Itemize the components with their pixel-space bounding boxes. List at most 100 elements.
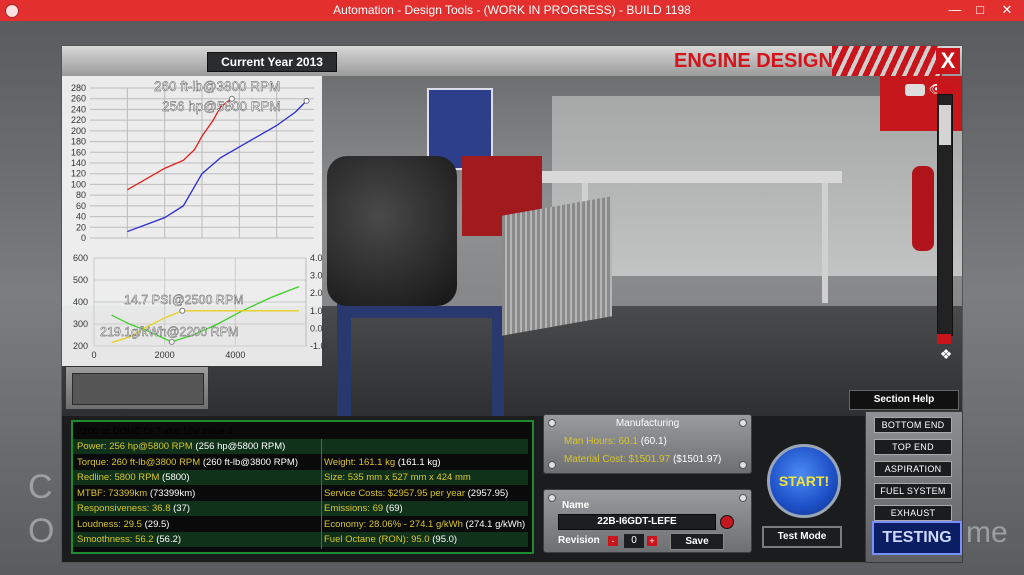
spec-paren-value: (73399km) bbox=[147, 487, 196, 499]
chart-background bbox=[62, 76, 322, 366]
y2-tick-label: 1.0 bbox=[310, 306, 323, 316]
y-tick-label: 40 bbox=[76, 212, 86, 222]
revision-value: 0 bbox=[624, 534, 644, 548]
manufacturing-title: Manufacturing bbox=[615, 418, 680, 429]
bsfc-min-annotation: 219.1g/kWh@2200 RPM bbox=[100, 325, 238, 339]
y2-tick-label: 3.0 bbox=[310, 271, 323, 281]
torque-peak-annotation: 260 ft-lb@3800 RPM bbox=[154, 79, 280, 94]
spec-paren-value: (274.1 g/kWh) bbox=[462, 518, 526, 530]
zoom-down-arrow-icon[interactable] bbox=[937, 334, 951, 344]
bolt-decoration bbox=[739, 461, 747, 469]
section-bottom-end-button[interactable]: BOTTOM END bbox=[874, 417, 952, 433]
spec-cell-right: Size: 535 mm x 527 mm x 424 mm bbox=[324, 470, 471, 485]
engine-charts: 2802602402202001801601401201008060402002… bbox=[62, 76, 326, 366]
window-title: Automation - Design Tools - (WORK IN PRO… bbox=[333, 3, 691, 17]
maximize-button[interactable]: □ bbox=[970, 2, 990, 18]
bolt-decoration bbox=[739, 494, 747, 502]
workbench bbox=[542, 171, 842, 183]
spec-cell-left: Power: 256 hp@5800 RPM (256 hp@5800 RPM) bbox=[77, 439, 285, 454]
power-peak-marker bbox=[303, 97, 310, 104]
section-exhaust-button[interactable]: EXHAUST bbox=[874, 505, 952, 521]
intercooler-model bbox=[502, 196, 612, 336]
slot-inner bbox=[72, 373, 204, 405]
y-tick-label: 200 bbox=[71, 126, 86, 136]
zoom-up-arrow-icon[interactable] bbox=[937, 84, 951, 94]
x-tick-label: 0 bbox=[91, 350, 96, 360]
spec-paren-value: (37) bbox=[170, 503, 191, 514]
spec-cell-left: Redline: 5800 RPM (5800) bbox=[77, 470, 190, 485]
section-help-button[interactable]: Section Help bbox=[849, 390, 959, 410]
man-hours-paren: (60.1) bbox=[640, 436, 667, 447]
spec-label: Weight: 161.1 kg bbox=[324, 456, 396, 468]
engine-name-field[interactable]: 22B-I6GDT-LEFE bbox=[558, 514, 716, 530]
y-tick-label: 220 bbox=[71, 115, 86, 125]
y-tick-label: 500 bbox=[73, 275, 88, 285]
zoom-scrollbar[interactable] bbox=[937, 94, 953, 336]
spec-paren-value: (29.5) bbox=[141, 518, 170, 530]
x-tick-label: 4000 bbox=[225, 350, 245, 360]
manufacturing-panel: Manufacturing Man Hours: 60.1 (60.1) Mat… bbox=[543, 414, 752, 474]
left-control-slot[interactable] bbox=[65, 366, 209, 410]
workbench-leg bbox=[822, 183, 828, 303]
y2-tick-label: 2.0 bbox=[310, 288, 323, 298]
spec-divider bbox=[321, 439, 322, 549]
y-tick-label: 280 bbox=[71, 83, 86, 93]
spec-cell-right: Fuel Octane (RON): 95.0 (95.0) bbox=[324, 532, 457, 547]
spec-row: MTBF: 73399km (73399km) Service Costs: $2… bbox=[73, 486, 528, 501]
y-tick-label: 160 bbox=[71, 147, 86, 157]
section-aspiration-button[interactable]: ASPIRATION bbox=[874, 461, 952, 477]
close-window-button[interactable]: ✕ bbox=[997, 2, 1017, 18]
material-cost-label: Material Cost: bbox=[564, 454, 626, 465]
engine-description: 2200 cc DOHC DI Turbo 16V Inline 4 bbox=[77, 426, 233, 437]
background-text: C bbox=[28, 468, 53, 506]
bolt-decoration bbox=[548, 494, 556, 502]
spec-label: Smoothness: 56.2 bbox=[77, 534, 154, 545]
revision-increment-button[interactable]: + bbox=[647, 536, 657, 546]
spec-paren-value: (161.1 kg) bbox=[395, 456, 441, 468]
section-top-end-button[interactable]: TOP END bbox=[874, 439, 952, 455]
spec-cell-left: Responsiveness: 36.8 (37) bbox=[77, 501, 190, 516]
boost-peak-marker bbox=[179, 307, 186, 314]
spec-paren-value: (56.2) bbox=[153, 534, 182, 545]
y-tick-label: 400 bbox=[73, 297, 88, 307]
y-tick-label: 240 bbox=[71, 104, 86, 114]
testing-tab-button[interactable]: TESTING bbox=[872, 521, 962, 555]
x-tick-label: 2000 bbox=[155, 350, 175, 360]
y-tick-label: 600 bbox=[73, 253, 88, 263]
man-hours-label: Man Hours: bbox=[564, 436, 616, 447]
section-fuel-system-button[interactable]: FUEL SYSTEM bbox=[874, 483, 952, 499]
spec-cell-right: Service Costs: $2957.95 per year (2957.9… bbox=[324, 486, 508, 501]
revision-decrement-button[interactable]: - bbox=[608, 536, 618, 546]
spec-cell-right: Economy: 28.06% - 274.1 g/kWh (274.1 g/k… bbox=[324, 517, 525, 532]
spec-paren-value: (256 hp@5800 RPM) bbox=[192, 441, 286, 452]
spec-label: Emissions: 69 bbox=[324, 503, 384, 514]
man-hours-line: Man Hours: 60.1 (60.1) bbox=[564, 436, 667, 447]
header-stripe-decoration bbox=[832, 46, 942, 76]
y-tick-label: 100 bbox=[71, 179, 86, 189]
page-title: ENGINE DESIGN bbox=[674, 50, 833, 72]
engine-design-window: Current Year 2013 ENGINE DESIGN X 👁 ❖ 28… bbox=[61, 45, 963, 563]
zoom-scrollbar-thumb[interactable] bbox=[939, 105, 951, 145]
spec-label: Size: 535 mm x 527 mm x 424 mm bbox=[324, 472, 471, 483]
y-tick-label: 300 bbox=[73, 319, 88, 329]
bolt-decoration bbox=[548, 461, 556, 469]
window-titlebar[interactable]: Automation - Design Tools - (WORK IN PRO… bbox=[0, 0, 1024, 21]
spec-label: Responsiveness: 36.8 bbox=[77, 503, 171, 514]
y-tick-label: 80 bbox=[76, 190, 86, 200]
randomize-name-icon[interactable] bbox=[720, 515, 734, 529]
spec-paren-value: (5800) bbox=[159, 472, 190, 483]
spec-row: Loudness: 29.5 (29.5) Economy: 28.06% - 2… bbox=[73, 517, 528, 532]
start-button[interactable]: START! bbox=[767, 444, 841, 518]
spec-label: Redline: 5800 RPM bbox=[77, 472, 160, 483]
spec-cell-left: MTBF: 73399km (73399km) bbox=[77, 486, 195, 501]
reset-view-icon[interactable]: ❖ bbox=[932, 346, 960, 366]
close-designer-button[interactable]: X bbox=[936, 48, 960, 74]
save-button[interactable]: Save bbox=[670, 533, 724, 550]
test-mode-button[interactable]: Test Mode bbox=[762, 526, 842, 548]
name-label: Name bbox=[562, 500, 590, 511]
camera-icon[interactable] bbox=[905, 84, 925, 96]
fire-extinguisher bbox=[912, 166, 934, 251]
y-tick-label: 200 bbox=[73, 341, 88, 351]
spec-cell-right: Weight: 161.1 kg (161.1 kg) bbox=[324, 455, 441, 470]
minimize-button[interactable]: — bbox=[945, 2, 965, 18]
